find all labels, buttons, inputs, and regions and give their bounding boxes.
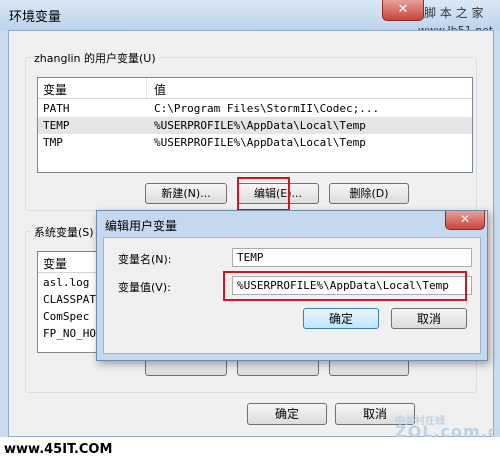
window-title: 环境变量 <box>9 10 62 25</box>
dialog-client-area: 变量名(N): TEMP 变量值(V): %USERPROFILE%\AppDa… <box>103 237 481 354</box>
highlight-variable-value <box>223 271 467 301</box>
table-row[interactable]: TMP %USERPROFILE%\AppData\Local\Temp <box>38 134 472 151</box>
new-button[interactable]: 新建(N)... <box>145 183 227 204</box>
column-header-variable[interactable]: 变量 <box>43 255 67 272</box>
variable-name-input[interactable]: TEMP <box>232 248 472 267</box>
dialog-title: 编辑用户变量 <box>105 219 178 233</box>
dialog-cancel-button[interactable]: 取消 <box>391 308 467 329</box>
variable-value-label: 变量值(V): <box>118 281 171 294</box>
delete-button[interactable]: 删除(D) <box>329 183 409 204</box>
watermark-logo: 中关村在线 ZOL.com.cn <box>395 416 500 441</box>
table-row[interactable]: PATH C:\Program Files\StormII\Codec;... <box>38 100 472 117</box>
variable-name-label: 变量名(N): <box>118 253 172 266</box>
highlight-edit-button <box>237 177 290 211</box>
system-variables-label: 系统变量(S) <box>31 224 97 240</box>
column-header-value[interactable]: 值 <box>154 81 166 98</box>
user-variables-list[interactable]: 变量 值 PATH C:\Program Files\StormII\Codec… <box>37 77 473 173</box>
user-variables-label: zhanglin 的用户变量(U) <box>31 50 159 66</box>
list-header: 变量 值 <box>38 78 472 99</box>
window-close-button[interactable]: ✕ <box>382 0 424 21</box>
ok-button[interactable]: 确定 <box>247 403 327 425</box>
watermark-bottom-url: www.45IT.COM <box>4 442 113 457</box>
column-divider[interactable] <box>146 78 147 98</box>
dialog-close-button[interactable]: ✕ <box>445 211 485 230</box>
window-titlebar[interactable]: 环境变量 ✕ 脚 本 之 家 www.Jb51.net <box>0 0 500 37</box>
watermark-site-name: 脚 本 之 家 <box>424 6 484 20</box>
edit-user-variable-dialog: 编辑用户变量 ✕ 变量名(N): TEMP 变量值(V): %USERPROFI… <box>96 210 488 361</box>
dialog-ok-button[interactable]: 确定 <box>303 308 379 329</box>
table-row-selected[interactable]: TEMP %USERPROFILE%\AppData\Local\Temp <box>38 117 472 134</box>
column-header-variable[interactable]: 变量 <box>43 81 67 98</box>
